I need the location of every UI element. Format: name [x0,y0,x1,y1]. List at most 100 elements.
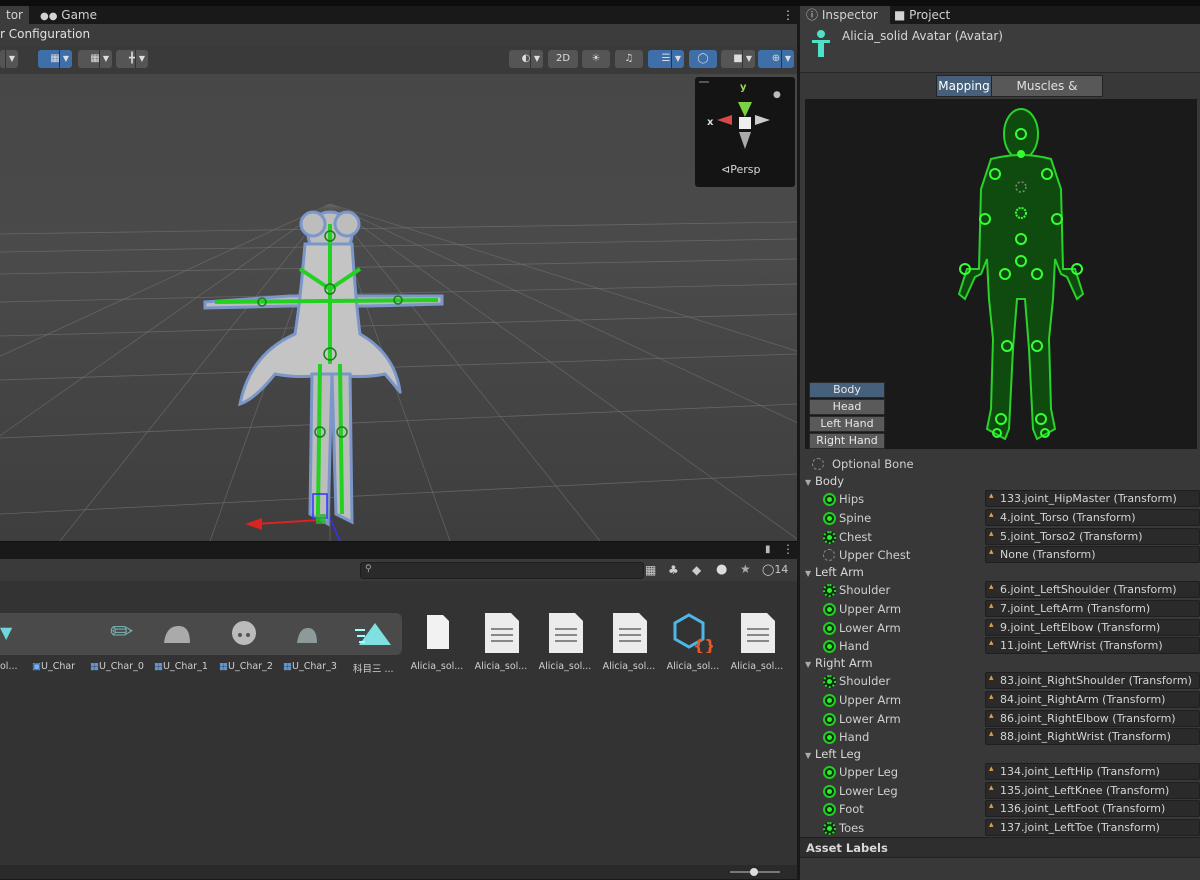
foldout-arrow-icon: ▼ [805,569,812,578]
asset-label[interactable]: ▦U_Char_2 [219,661,273,672]
section-body[interactable]: ▼ Body [805,474,844,488]
asset-label[interactable]: ▣U_Char [32,661,75,672]
body-view-button[interactable]: Body [809,382,885,398]
tab-muscles-settings[interactable]: Muscles & Settings [991,75,1103,113]
inspector-tab-bar: ⓘ Inspector ■ Project [800,6,1200,24]
bone-transform-field[interactable]: ▴ 137.joint_LeftToe (Transform) [985,819,1200,836]
camera-settings-button[interactable]: ■ ▼ [721,50,755,68]
scene-visibility-button[interactable]: ◯ [689,50,717,68]
bone-transform-field[interactable]: ▴ 7.joint_LeftArm (Transform) [985,600,1200,617]
projection-label[interactable]: ⊲Persp [721,163,760,176]
asset-label[interactable]: ▦U_Char_3 [283,661,337,672]
transform-icon: ▴ [989,729,994,739]
hidden-packages-toggle[interactable]: ◯14 [762,563,788,576]
scene-tab-bar: tor ●● Game ⋮ [0,6,797,24]
bone-row-hips: Hips ▴ 133.joint_HipMaster (Transform) [800,490,1200,508]
tag-icon[interactable]: ◆ [692,563,701,577]
grid-snap-button[interactable]: ▦ ▼ [38,50,72,68]
scene-viewport[interactable] [0,74,797,541]
hair-mesh-icon[interactable] [162,623,192,645]
bone-transform-field[interactable]: ▴ 5.joint_Torso2 (Transform) [985,528,1200,545]
shading-mode-button[interactable]: ◐ ▼ [509,50,543,68]
character-model-icon[interactable]: ✏ [110,615,133,648]
foldout-arrow-icon: ▼ [805,660,812,669]
bone-status-icon [823,803,836,816]
effects-toggle-button[interactable]: ☰ ▼ [648,50,684,68]
configuration-bar: r Configuration [0,24,797,46]
bone-transform-field[interactable]: ▴ 134.joint_LeftHip (Transform) [985,763,1200,780]
snap-increment-button[interactable]: ▦ ▼ [78,50,112,68]
face-mesh-icon[interactable] [295,625,319,645]
bone-row-right-lower-arm: Lower Arm ▴ 86.joint_RightElbow (Transfor… [800,710,1200,728]
json-cube-icon: {} [673,613,713,653]
head-mesh-icon[interactable] [230,619,258,649]
transform-icon: ▴ [989,711,994,721]
favorite-star-icon[interactable]: ★ [740,562,751,576]
bone-transform-field[interactable]: ▴ 88.joint_RightWrist (Transform) [985,728,1200,745]
transform-icon: ▴ [989,820,994,830]
asset-labels-header[interactable]: Asset Labels [800,837,1200,858]
kebab-menu-icon[interactable]: ⋮ [782,542,794,556]
draw-mode-dropdown[interactable]: ▼ [0,50,18,68]
asset-label[interactable]: ol... [0,661,18,672]
transform-icon: ▴ [989,692,994,702]
audio-toggle-button[interactable]: ♫ [615,50,643,68]
mesh-grid-icon: ▦ [154,661,163,672]
text-file-icon [485,613,519,653]
scene-toolbar: ▼ ▦ ▼ ▦ ▼ ╋ ▼ ◐ ▼ 2D ☀ ♫ ☰ ▼ ◯ ■ ▼ ⊕ ▼ [0,46,797,75]
bone-transform-field[interactable]: ▴ 83.joint_RightShoulder (Transform) [985,672,1200,689]
bone-transform-field[interactable]: ▴ None (Transform) [985,546,1200,563]
animation-icon[interactable] [355,621,391,647]
asset-label[interactable]: ▦U_Char_0 [90,661,144,672]
foldout-arrow-icon: ▼ [805,478,812,487]
project-search-input[interactable]: ⚲ [360,562,644,579]
filter-by-label-icon[interactable]: ♣ [668,563,679,577]
bone-status-icon [823,531,836,544]
bone-transform-field[interactable]: ▴ 86.joint_RightElbow (Transform) [985,710,1200,727]
blank-file-icon [427,615,449,649]
ruler-button[interactable]: ╋ ▼ [116,50,148,68]
tab-scene[interactable]: tor [0,6,29,24]
head-view-button[interactable]: Head [809,399,885,415]
toggle-2d-button[interactable]: 2D [548,50,578,68]
left-hand-view-button[interactable]: Left Hand [809,416,885,432]
inspector-header: Alicia_solid Avatar (Avatar) [800,24,1200,73]
bone-transform-field[interactable]: ▴ 136.joint_LeftFoot (Transform) [985,800,1200,817]
bone-transform-field[interactable]: ▴ 6.joint_LeftShoulder (Transform) [985,581,1200,598]
bone-transform-field[interactable]: ▴ 135.joint_LeftKnee (Transform) [985,782,1200,799]
inspector-footer [800,857,1200,880]
inspector-title: Alicia_solid Avatar (Avatar) [842,29,1003,43]
tab-game[interactable]: ●● Game [34,6,103,24]
transform-icon: ▴ [989,582,994,592]
zoom-slider-handle[interactable] [750,868,758,876]
warning-icon[interactable]: ● [716,562,727,577]
bone-row-right-shoulder: Shoulder ▴ 83.joint_RightShoulder (Transf… [800,672,1200,690]
bone-transform-field[interactable]: ▴ 84.joint_RightArm (Transform) [985,691,1200,708]
bone-transform-field[interactable]: ▴ 9.joint_LeftElbow (Transform) [985,619,1200,636]
bone-transform-field[interactable]: ▴ 11.joint_LeftWrist (Transform) [985,637,1200,654]
section-left-arm[interactable]: ▼ Left Arm [805,565,864,579]
transform-icon: ▴ [989,547,994,557]
asset-label[interactable]: ▦U_Char_1 [154,661,208,672]
model-prefab-group: ▼ ✏ [0,613,402,655]
tab-mapping[interactable]: Mapping [936,75,992,97]
bone-status-icon [823,675,836,688]
bone-transform-field[interactable]: ▴ 4.joint_Torso (Transform) [985,509,1200,526]
tab-project[interactable]: ■ Project [888,6,956,24]
lighting-toggle-button[interactable]: ☀ [582,50,610,68]
layers-icon: ☰ [661,53,671,64]
bone-transform-field[interactable]: ▴ 133.joint_HipMaster (Transform) [985,490,1200,507]
orientation-gizmo[interactable]: ● y x ⊲Persp [695,77,795,187]
transform-icon: ▴ [989,510,994,520]
asset-label[interactable]: 科目三 ... [353,661,394,675]
section-left-leg[interactable]: ▼ Left Leg [805,747,861,761]
section-right-arm[interactable]: ▼ Right Arm [805,656,873,670]
lock-icon[interactable]: ▮ [765,544,771,555]
bone-status-icon [823,731,836,744]
tab-inspector[interactable]: ⓘ Inspector [800,6,890,24]
search-by-type-icon[interactable]: ▦ [645,563,656,577]
gizmos-button[interactable]: ⊕ ▼ [758,50,794,68]
bone-status-icon [823,822,836,835]
right-hand-view-button[interactable]: Right Hand [809,433,885,449]
model-icon[interactable]: ▼ [0,623,12,642]
